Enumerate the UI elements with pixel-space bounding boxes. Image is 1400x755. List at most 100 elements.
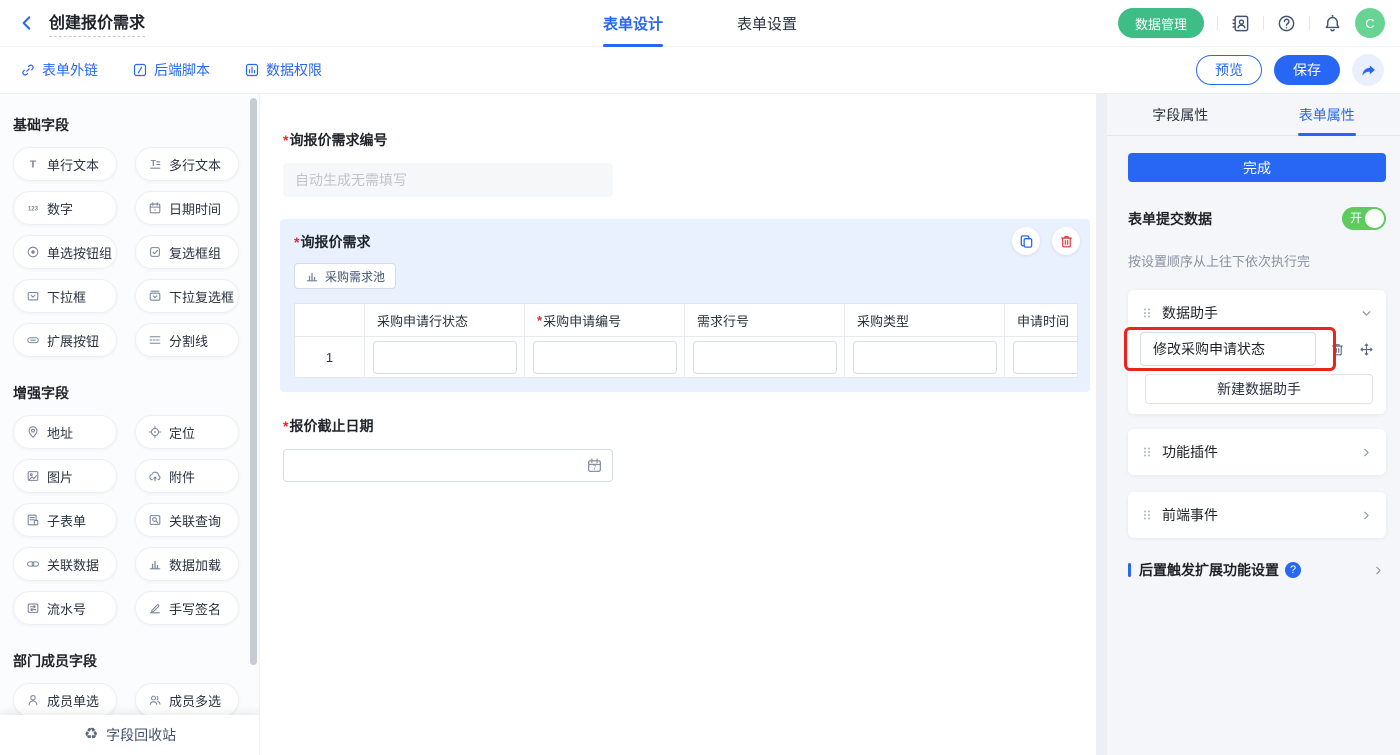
field-pill[interactable]: 下拉框 [13,279,117,313]
trash-icon[interactable] [1330,342,1345,357]
lookup-query-icon [148,513,162,527]
sidebar-scrollbar[interactable] [250,98,257,665]
table-cell-input[interactable] [693,341,837,374]
field-pill[interactable]: 流水号 [13,591,117,625]
panel-body: 完成 表单提交数据 开 按设置顺序从上往下依次执行完 数据助手 修改采购申请状态… [1107,153,1400,580]
row-index-cell: 1 [295,337,365,377]
basic-fields-grid: T 单行文本 T 多行文本 123 数字 日期时间 单选按钮组 [13,147,259,357]
data-permission-icon [244,62,260,78]
new-assistant-button[interactable]: 新建数据助手 [1145,374,1373,404]
svg-text:T: T [151,158,156,168]
move-icon[interactable] [1359,342,1374,357]
trash-icon [1059,234,1074,249]
field-pill[interactable]: 关联查询 [135,503,239,537]
plugin-card[interactable]: 功能插件 [1128,429,1386,475]
recycle-icon: ♻ [84,727,98,743]
drag-handle-icon[interactable] [1140,508,1154,522]
multi-select-icon [148,289,162,303]
table-cell-input[interactable] [1013,341,1078,374]
field-pill[interactable]: 图片 [13,459,117,493]
signature-icon [148,601,162,615]
field-pill[interactable]: 子表单 [13,503,117,537]
table-cell-input[interactable] [533,341,677,374]
tab-form-properties[interactable]: 表单属性 [1254,94,1400,135]
table-cell-input[interactable] [373,341,517,374]
table-cell-input[interactable] [853,341,997,374]
chevron-right-icon[interactable] [1371,563,1386,578]
tab-form-settings[interactable]: 表单设置 [737,0,797,47]
chevron-down-icon[interactable] [1359,306,1374,321]
calendar-icon: 7 [586,457,603,474]
submit-data-toggle[interactable]: 开 [1342,207,1386,230]
post-trigger-settings-link[interactable]: 后置触发扩展功能设置 ? [1128,560,1386,580]
table-column-header: *采购类型 [845,304,1005,337]
frontend-events-card[interactable]: 前端事件 [1128,492,1386,538]
table-row: 1 [295,337,1078,377]
table-cell [365,337,525,377]
toolbar-actions: 预览 保存 [1196,54,1400,86]
avatar[interactable]: C [1355,8,1385,38]
date-input[interactable]: 7 [283,449,613,482]
field-serial-number[interactable]: *询报价需求编号 [283,130,1096,197]
field-pill[interactable]: T 单行文本 [13,147,117,181]
divider [1309,16,1310,30]
assistant-item[interactable]: 修改采购申请状态 [1140,332,1316,366]
drag-handle-icon[interactable] [1140,445,1154,459]
header-actions: 数据管理 C [1118,8,1400,38]
procurement-pool-button[interactable]: 采购需求池 [294,263,396,289]
field-pill[interactable]: 分割线 [135,323,239,357]
field-subform-selected[interactable]: *询报价需求 采购需求池 *采购申请行状态 *采购申请编号 *需 [280,219,1090,392]
field-deadline-date[interactable]: *报价截止日期 7 [283,416,1096,482]
toolbar-link[interactable]: 后端脚本 [132,60,210,80]
table-column-header: *申请时间 [1005,304,1078,337]
chevron-right-icon[interactable] [1359,508,1374,523]
chevron-right-icon[interactable] [1359,445,1374,460]
field-recycle-bin[interactable]: ♻ 字段回收站 [0,715,260,755]
tab-form-design[interactable]: 表单设计 [603,0,663,47]
done-button[interactable]: 完成 [1128,153,1386,182]
field-pill[interactable]: 下拉复选框 [135,279,239,313]
field-pill[interactable]: 成员多选 [135,683,239,717]
field-pill[interactable]: 扩展按钮 [13,323,117,357]
field-label: *询报价需求 [294,232,1078,252]
enhanced-fields-grid: 地址 定位 图片 附件 子表单 关联查询 [13,415,259,625]
field-pill[interactable]: 数据加载 [135,547,239,581]
extend-button-icon [26,333,40,347]
field-pill[interactable]: 手写签名 [135,591,239,625]
page-title[interactable]: 创建报价需求 [49,9,145,37]
sidebar-section-title: 基础字段 [13,115,259,135]
accent-bar [1128,563,1131,577]
field-pill[interactable]: 附件 [135,459,239,493]
divider [1263,16,1264,30]
share-button[interactable] [1352,54,1384,86]
tab-field-properties[interactable]: 字段属性 [1107,94,1254,135]
field-pill[interactable]: 成员单选 [13,683,117,717]
bell-icon[interactable] [1323,14,1342,33]
field-pill[interactable]: 地址 [13,415,117,449]
preview-button[interactable]: 预览 [1196,55,1262,85]
attachment-icon [148,469,162,483]
contact-book-icon[interactable] [1231,14,1250,33]
back-icon[interactable] [18,14,36,32]
canvas-panel-gap [1096,94,1107,755]
copy-field-button[interactable] [1012,227,1040,255]
field-pill[interactable]: 单选按钮组 [13,235,117,269]
field-pill[interactable]: 复选框组 [135,235,239,269]
toolbar-link[interactable]: 表单外链 [20,60,98,80]
locate-icon [148,425,162,439]
delete-field-button[interactable] [1052,227,1080,255]
data-manage-button[interactable]: 数据管理 [1118,8,1204,38]
save-button[interactable]: 保存 [1274,55,1340,85]
help-icon[interactable] [1277,14,1296,33]
field-pill[interactable]: 关联数据 [13,547,117,581]
serial-number-input[interactable] [283,163,613,197]
help-badge-icon[interactable]: ? [1285,562,1301,578]
toolbar-link[interactable]: 数据权限 [244,60,322,80]
field-pill[interactable]: 定位 [135,415,239,449]
address-icon [26,425,40,439]
panel-tabs: 字段属性 表单属性 [1107,94,1400,136]
field-pill[interactable]: 123 数字 [13,191,117,225]
drag-handle-icon[interactable] [1140,306,1154,320]
field-pill[interactable]: 日期时间 [135,191,239,225]
field-pill[interactable]: T 多行文本 [135,147,239,181]
